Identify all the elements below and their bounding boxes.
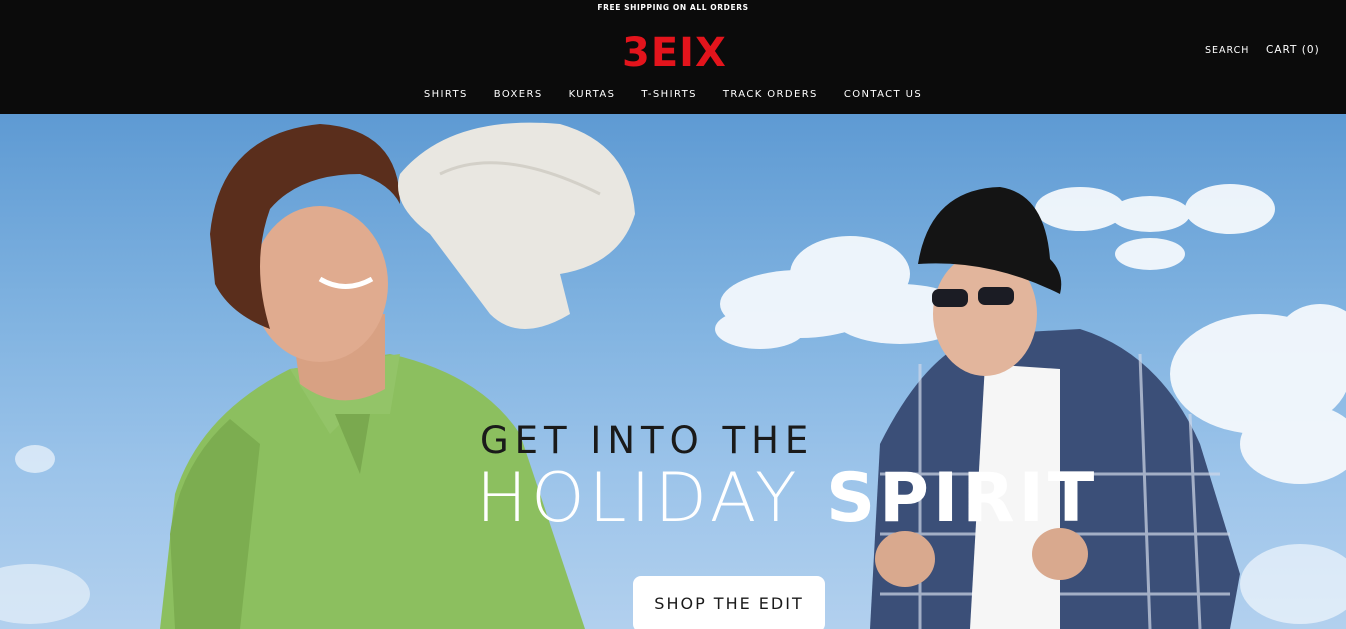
nav-item-contact-us[interactable]: CONTACT US [844,88,922,104]
hero-headline-regular: HOLIDAY [476,459,827,538]
search-link[interactable]: SEARCH [1205,45,1249,56]
bucket-hat [398,122,635,329]
brand-logo[interactable]: 3EIX [622,33,726,73]
nav-item-track-orders[interactable]: TRACK ORDERS [723,88,818,104]
hero-headline-bold: SPIRIT [826,459,1099,538]
nav-item-boxers[interactable]: BOXERS [494,88,543,104]
shop-the-edit-button[interactable]: SHOP THE EDIT [633,576,825,629]
nav-item-shirts[interactable]: SHIRTS [424,88,468,104]
cart-link[interactable]: CART (0) [1266,44,1320,56]
site-header: 3EIX SEARCH CART (0) SHIRTS BOXERS KURTA… [0,16,1346,114]
hero-image [0,122,1346,629]
nav-item-kurtas[interactable]: KURTAS [569,88,616,104]
main-nav: SHIRTS BOXERS KURTAS T-SHIRTS TRACK ORDE… [0,88,1346,104]
hero-banner: GET INTO THE HOLIDAY SPIRIT SHOP THE EDI… [0,114,1346,629]
hero-headline-line1: GET INTO THE [480,419,815,462]
nav-item-t-shirts[interactable]: T-SHIRTS [641,88,697,104]
announcement-bar: FREE SHIPPING ON ALL ORDERS [0,0,1346,16]
hero-headline-line2: HOLIDAY SPIRIT [476,460,1098,538]
